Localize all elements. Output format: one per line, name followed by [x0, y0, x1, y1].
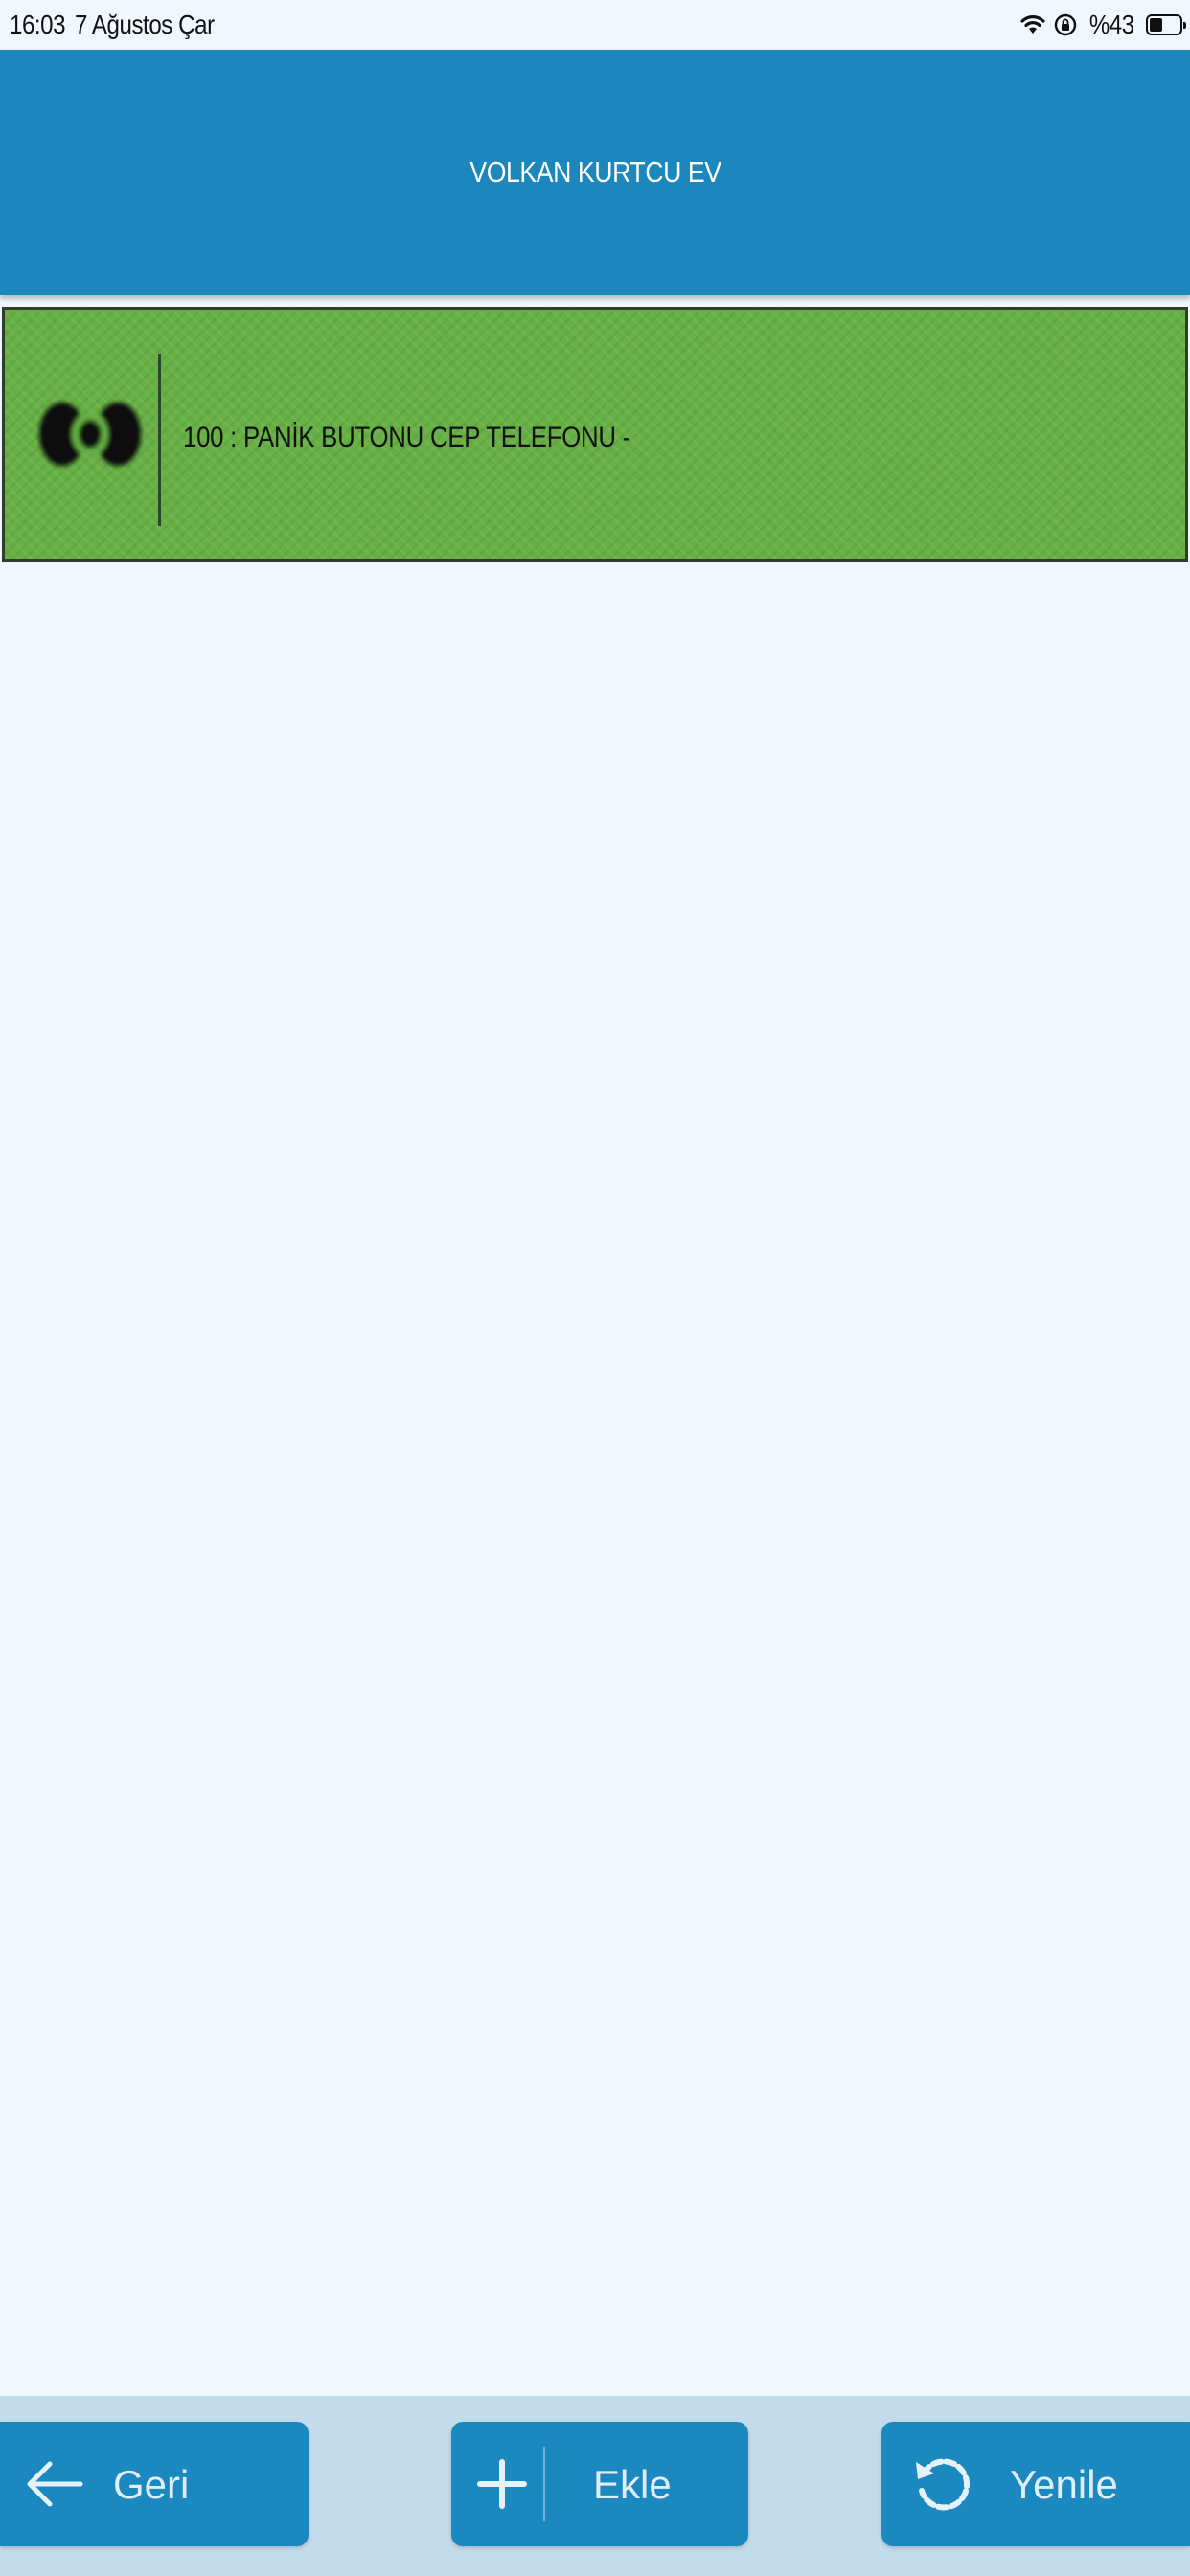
arrow-left-icon — [27, 2461, 83, 2507]
add-button[interactable]: Ekle — [451, 2422, 748, 2546]
orientation-lock-icon — [1055, 13, 1077, 36]
plus-icon — [477, 2459, 527, 2509]
back-button[interactable]: Geri — [0, 2422, 309, 2546]
button-separator — [543, 2447, 545, 2521]
refresh-icon — [916, 2458, 971, 2511]
panic-button-icon — [39, 402, 141, 466]
wifi-icon — [1020, 15, 1046, 34]
battery-icon — [1146, 14, 1186, 35]
item-label: 100 : PANİK BUTONU CEP TELEFONU - — [183, 422, 631, 453]
status-time: 16:03 — [10, 10, 66, 39]
status-bar: 16:03 7 Ağustos Çar %43 — [0, 0, 1190, 50]
refresh-button-label: Yenile — [1010, 2462, 1118, 2507]
list-item[interactable]: 100 : PANİK BUTONU CEP TELEFONU - — [2, 307, 1188, 562]
app-header: VOLKAN KURTCU EV — [0, 50, 1190, 295]
item-divider — [158, 354, 161, 526]
status-date: 7 Ağustos Çar — [75, 10, 215, 39]
battery-percentage: %43 — [1089, 10, 1135, 39]
page-title: VOLKAN KURTCU EV — [469, 155, 721, 189]
status-indicators: %43 — [1020, 8, 1186, 42]
refresh-button[interactable]: Yenile — [881, 2422, 1190, 2546]
bottom-toolbar: Geri Ekle Yenile — [0, 2396, 1190, 2576]
add-button-label: Ekle — [593, 2462, 672, 2507]
back-button-label: Geri — [113, 2462, 190, 2507]
battery-level — [1150, 18, 1162, 32]
